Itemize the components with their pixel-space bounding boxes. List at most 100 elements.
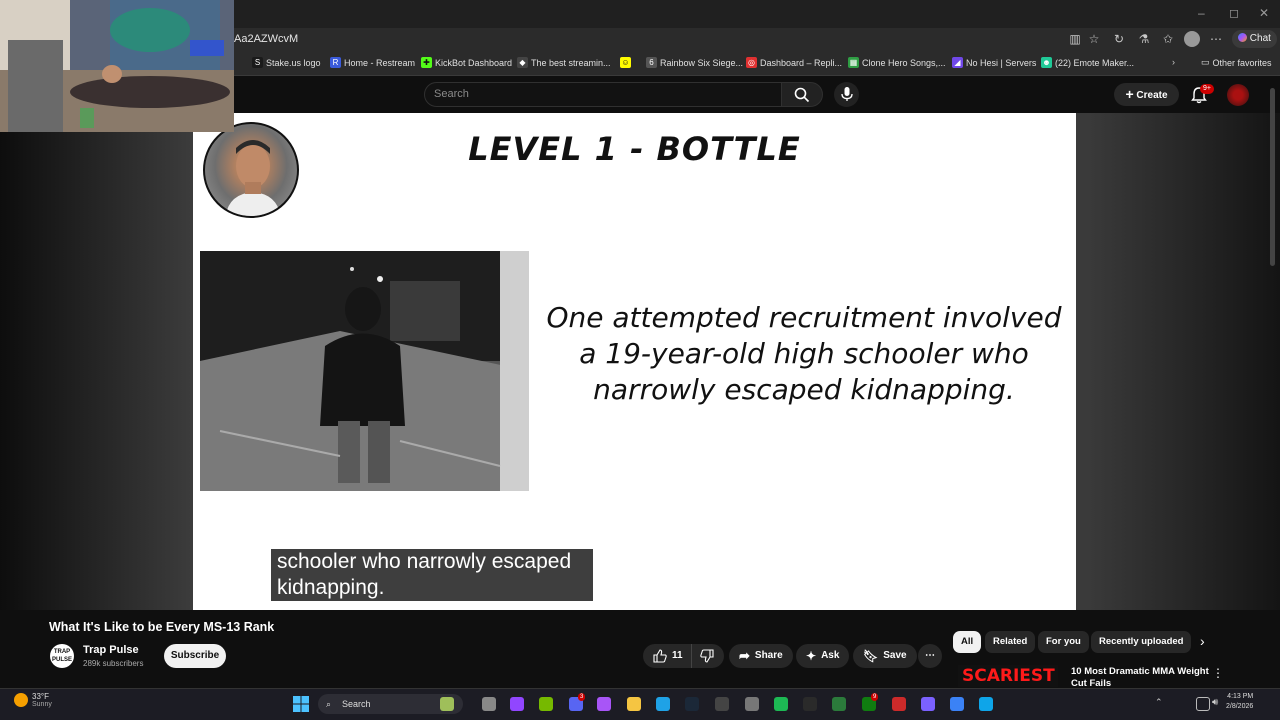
search-icon [794, 87, 810, 103]
sun-icon [14, 693, 28, 707]
weather-description: Sunny [32, 701, 52, 708]
closed-caption: schooler who narrowly escaped kidnapping… [271, 549, 593, 601]
maximize-button[interactable]: ◻ [1229, 6, 1239, 20]
weather-temperature: 33°F [32, 692, 49, 701]
clock-time: 4:13 PM [1227, 693, 1254, 700]
minimize-button[interactable]: – [1198, 6, 1205, 20]
street-photo [200, 251, 529, 491]
bookmark-label: Home - Restream [344, 57, 416, 68]
recommended-video-thumbnail[interactable]: SCARIEST [958, 665, 1058, 687]
copilot-icon[interactable] [597, 697, 611, 711]
create-label: Create [1136, 90, 1168, 101]
display-icon[interactable] [1196, 697, 1210, 711]
more-menu-icon[interactable]: ⋯ [1208, 31, 1224, 47]
copilot-icon [1238, 33, 1247, 42]
bookmark-label: Rainbow Six Siege... [660, 57, 744, 68]
user-avatar[interactable] [1227, 84, 1249, 106]
spotify-icon[interactable] [774, 697, 788, 711]
chip-for-you[interactable]: For you [1038, 631, 1089, 653]
channel-name[interactable]: Trap Pulse [83, 644, 139, 656]
repli-icon: ◎ [746, 57, 757, 68]
video-title: What It's Like to be Every MS-13 Rank [49, 620, 275, 634]
taskbar-clock[interactable]: 4:13 PM 2/8/2026 [1226, 692, 1253, 712]
bookmark-label: The best streamin... [531, 57, 611, 68]
adobe-icon[interactable] [892, 697, 906, 711]
stake-icon: S [252, 57, 263, 68]
more-icon: ⋯ [925, 650, 935, 661]
bookmark-item[interactable]: S Stake.us logo [252, 57, 321, 68]
webcam-overlay [0, 0, 234, 132]
voice-search-button[interactable] [834, 82, 859, 107]
share-button[interactable]: ➦ Share [729, 644, 793, 668]
clock-date: 2/8/2026 [1226, 703, 1254, 710]
nohesi-icon: ◢ [952, 57, 963, 68]
recommended-video-title[interactable]: 10 Most Dramatic MMA Weight Cut Fails [1071, 666, 1211, 690]
ask-button[interactable]: ✦ Ask [796, 644, 850, 668]
other-favorites-label: Other favorites [1212, 57, 1272, 68]
close-button[interactable]: ✕ [1259, 6, 1269, 20]
bookmark-item[interactable]: ▦ Clone Hero Songs,... [848, 57, 946, 68]
search-input[interactable]: Search [434, 88, 469, 100]
task-view-icon[interactable] [482, 697, 496, 711]
page-scrollbar[interactable] [1270, 88, 1275, 266]
bookmark-item[interactable]: ✚ KickBot Dashboard [421, 57, 512, 68]
bookmark-item[interactable]: ◆ The best streamin... [517, 57, 611, 68]
copilot-chat-button[interactable]: Chat [1232, 30, 1277, 48]
refresh-icon[interactable]: ↻ [1111, 31, 1127, 47]
more-actions-button[interactable]: ⋯ [918, 644, 942, 668]
chips-next-chevron-icon[interactable]: › [1200, 633, 1205, 649]
slide-text-line: a 19-year-old high schooler who [579, 337, 1029, 370]
app-icon[interactable] [979, 697, 993, 711]
chip-related[interactable]: Related [985, 631, 1036, 653]
save-button[interactable]: 🔖︎ Save [853, 644, 917, 668]
like-button[interactable]: 11 [643, 644, 691, 668]
recommended-more-icon[interactable]: ⋮ [1212, 666, 1224, 680]
4k-downloader-icon[interactable] [803, 697, 817, 711]
file-explorer-icon[interactable] [627, 697, 641, 711]
nvidia-icon[interactable] [539, 697, 553, 711]
dislike-button[interactable] [691, 644, 724, 668]
volume-icon[interactable]: 🔊︎ [1212, 697, 1226, 711]
create-button[interactable]: + Create [1114, 83, 1179, 106]
windows-start-icon[interactable] [293, 696, 309, 712]
bookmark-item[interactable]: R Home - Restream [330, 57, 415, 68]
discord-icon[interactable]: 3 [569, 693, 586, 711]
bookmark-item[interactable]: ◎ Dashboard – Repli... [746, 57, 842, 68]
favorites-icon[interactable]: ✩ [1160, 31, 1176, 47]
split-screen-icon[interactable]: ▥ [1067, 31, 1083, 47]
other-favorites[interactable]: ▭ Other favorites [1201, 57, 1272, 68]
chip-recently-uploaded[interactable]: Recently uploaded [1091, 631, 1192, 653]
bookmark-item[interactable]: ☻ (22) Emote Maker... [1041, 57, 1134, 68]
search-box[interactable] [424, 82, 782, 107]
weather-widget[interactable]: 33°F Sunny [14, 692, 52, 708]
chip-all[interactable]: All [953, 631, 982, 653]
settings-icon[interactable] [745, 697, 759, 711]
snipping-icon[interactable] [950, 697, 964, 711]
bookmark-item[interactable]: 6 Rainbow Six Siege... [646, 57, 743, 68]
steam-icon[interactable] [685, 697, 699, 711]
subscribe-button[interactable]: Subscribe [164, 644, 226, 668]
restream-icon: R [330, 57, 341, 68]
edge-icon[interactable] [656, 697, 670, 711]
r6-icon: 6 [646, 57, 657, 68]
tray-overflow-chevron-icon[interactable]: ⌃ [1155, 697, 1163, 708]
notification-count-badge: 9+ [1200, 84, 1214, 94]
bookmark-item[interactable]: ◢ No Hesi | Servers [952, 57, 1036, 68]
notes-icon[interactable] [921, 697, 935, 711]
caption-line: kidnapping. [277, 576, 385, 599]
widgets-icon[interactable] [440, 697, 454, 711]
bookmarks-overflow-chevron-icon[interactable]: › [1172, 57, 1175, 67]
url-text[interactable]: Aa2AZWcvM [234, 33, 298, 45]
extensions-icon[interactable]: ⚗ [1136, 31, 1152, 47]
bookmark-item[interactable]: ☺ [620, 57, 634, 68]
taskbar-search-icon: ⌕ [326, 699, 332, 709]
twitch-icon[interactable] [510, 697, 524, 711]
channel-avatar[interactable]: TRAP PULSE [50, 644, 74, 668]
thumbs-up-icon [653, 649, 667, 663]
favorite-star-icon[interactable]: ☆ [1086, 31, 1102, 47]
obs-icon[interactable] [715, 697, 729, 711]
xbox-icon[interactable]: 9 [862, 693, 879, 711]
search-button[interactable] [781, 82, 823, 107]
profile-icon[interactable] [1184, 31, 1200, 47]
battlenet-icon[interactable] [832, 697, 846, 711]
